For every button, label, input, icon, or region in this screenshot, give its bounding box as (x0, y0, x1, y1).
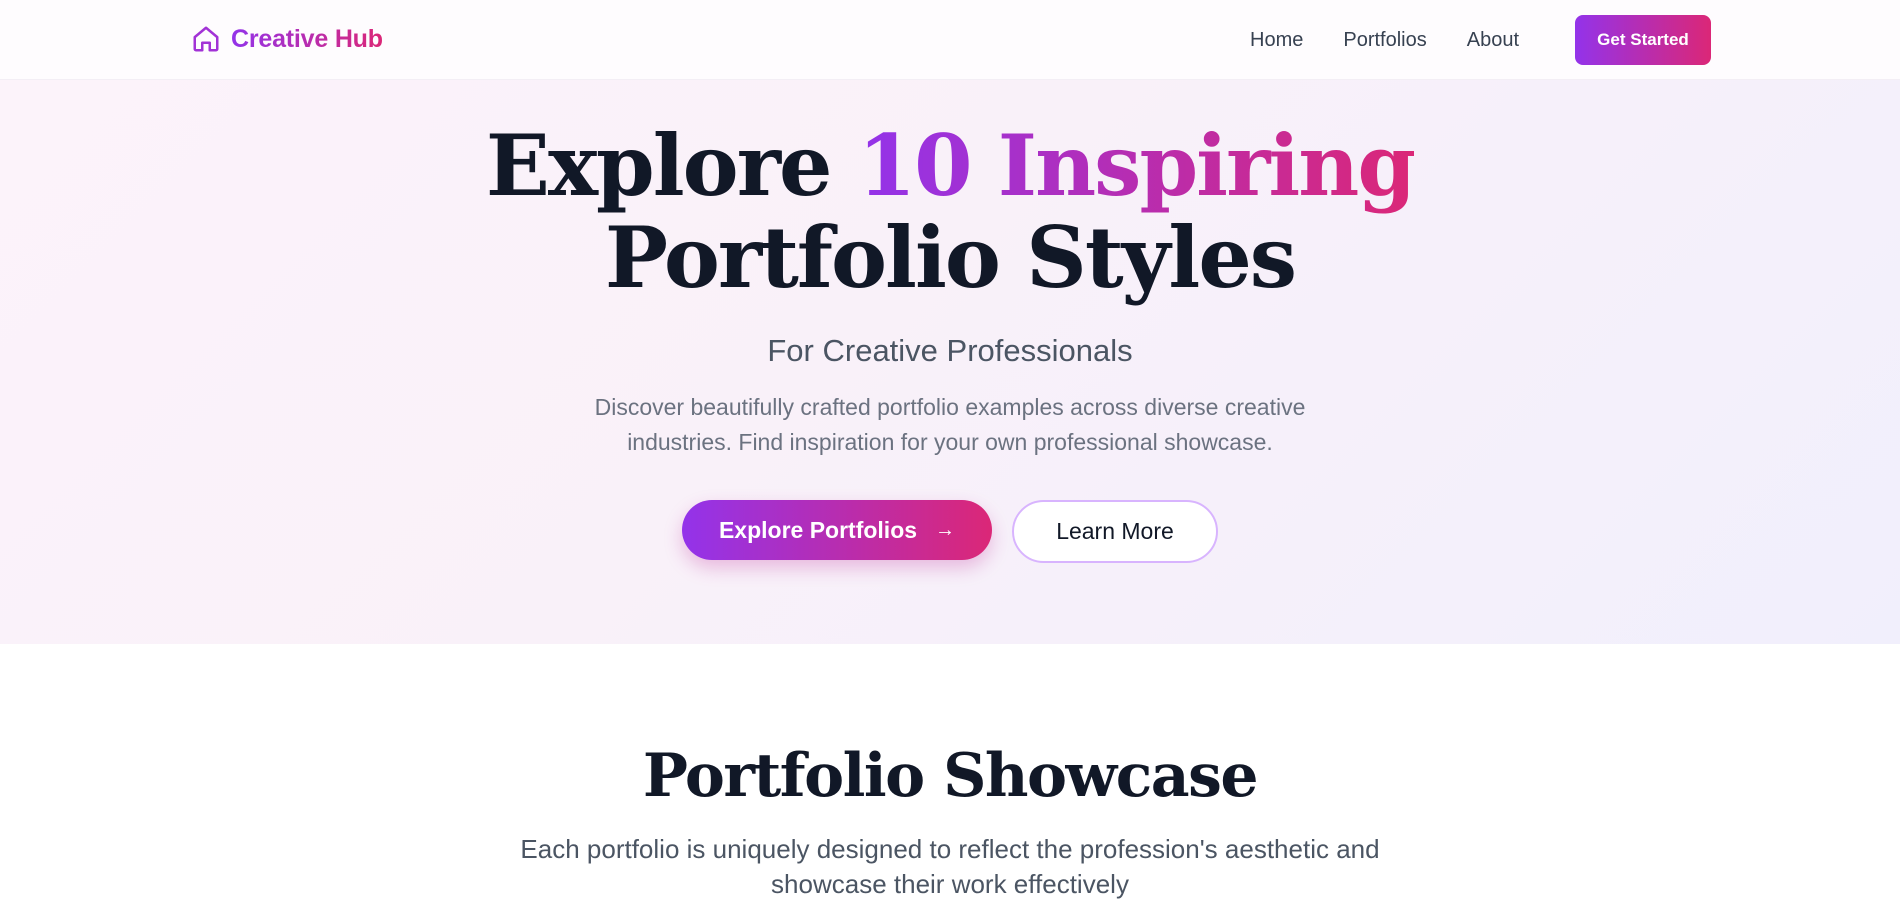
hero-description: Discover beautifully crafted portfolio e… (594, 394, 1306, 455)
top-navbar: Creative Hub Home Portfolios About Get S… (0, 0, 1900, 80)
brand-name: Creative Hub (231, 24, 383, 53)
showcase-title: Portfolio Showcase (642, 741, 1259, 811)
learn-more-button[interactable]: Learn More (1012, 500, 1218, 563)
hero-section: Explore 10 Inspiring Portfolio Styles Fo… (0, 80, 1900, 644)
nav-links: Home Portfolios About (1250, 26, 1519, 54)
nav-link-about[interactable]: About (1467, 26, 1519, 54)
home-icon (193, 26, 219, 52)
hero-subtitle: For Creative Professionals (767, 333, 1133, 368)
hero-title-plain: Explore (485, 116, 858, 215)
get-started-button[interactable]: Get Started (1575, 15, 1711, 65)
brand-logo-link[interactable]: Creative Hub (191, 24, 383, 54)
hero-title-accent: 10 Inspiring (857, 116, 1416, 215)
showcase-description: Each portfolio is uniquely designed to r… (520, 834, 1380, 899)
nav-link-home[interactable]: Home (1250, 26, 1303, 54)
explore-portfolios-label: Explore Portfolios (718, 516, 918, 543)
explore-portfolios-button[interactable]: Explore Portfolios → (682, 500, 992, 560)
hero-title-line2: Portfolio Styles (604, 208, 1297, 307)
nav-link-portfolios[interactable]: Portfolios (1343, 26, 1426, 54)
hero-title: Explore 10 Inspiring Portfolio Styles (0, 120, 1900, 304)
arrow-right-icon: → (935, 518, 956, 541)
